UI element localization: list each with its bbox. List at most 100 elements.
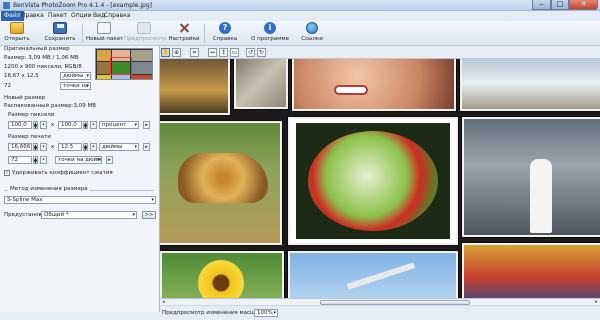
original-dims: 16,67 x 12,5 [4, 73, 39, 79]
menu-edit[interactable]: Правка [18, 11, 47, 21]
maximize-button[interactable]: □ [551, 0, 569, 10]
pixel-width-spinner[interactable]: ▲ ▼ [33, 121, 38, 129]
photo-tile-jaguar [160, 121, 282, 245]
print-unit-select[interactable]: дюймы [99, 143, 139, 151]
help-button[interactable]: ? Справка [210, 22, 240, 45]
pixel-width-input[interactable]: 100,0 [8, 121, 32, 129]
resolution-unit-select[interactable]: точки на дюйм [55, 156, 102, 164]
left-footer [0, 312, 160, 320]
print-size-heading: Размер печати [8, 134, 51, 140]
settings-button[interactable]: Настройки [168, 22, 200, 45]
rotate-right-icon[interactable]: ↻ [257, 48, 266, 57]
image-preview-canvas[interactable] [160, 59, 600, 298]
original-res-unit-select[interactable]: точки на дюйм [60, 82, 91, 90]
print-width-link-button[interactable]: • [40, 143, 47, 151]
toolbar-separator [82, 24, 83, 43]
preview-icon [137, 22, 151, 34]
links-button[interactable]: Ссылки [298, 22, 326, 45]
print-x-separator: x [51, 144, 55, 150]
pixel-height-input[interactable]: 100,0 [58, 121, 82, 129]
fit-height-icon[interactable]: ↕ [219, 48, 228, 57]
print-more-button[interactable]: ▸ [143, 143, 150, 151]
scroll-left-icon[interactable]: ◂ [160, 299, 167, 306]
divider [4, 190, 8, 191]
tools-icon [177, 22, 191, 34]
folder-icon [10, 22, 24, 34]
window-title: BenVista PhotoZoom Pro 4.1.4 - [example.… [13, 2, 153, 9]
about-label: О программе [251, 36, 289, 42]
photo-tile-statue [234, 59, 288, 109]
preview-label: Предпросмотр [124, 36, 167, 42]
close-button[interactable]: ✕ [569, 0, 598, 10]
resolution-spinner[interactable]: ▲ ▼ [33, 156, 38, 164]
resolution-more-button[interactable]: ▸ [106, 156, 113, 164]
view-toolbar: ✋ ⊕ ⌗ ↔ ↕ ▭ ↺ ↻ [160, 46, 600, 59]
status-bar: ◂ ▸ Предпросмотр изменения масштаба: 100… [160, 298, 600, 320]
open-button[interactable]: Открыть [2, 22, 32, 45]
original-pixels-line: 1200 x 900 пиксели, RGB/8 [4, 64, 82, 70]
minimize-button[interactable]: ‒ [532, 0, 551, 10]
rotate-left-icon[interactable]: ↺ [246, 48, 255, 57]
about-button[interactable]: i О программе [250, 22, 290, 45]
crop-tool-icon[interactable]: ⌗ [190, 48, 199, 57]
pixel-unit-select[interactable]: процент [99, 121, 139, 129]
photo-tile-windmill [288, 251, 458, 298]
navigator-thumbnail[interactable] [95, 48, 153, 80]
photo-tile-couple [292, 59, 456, 111]
open-label: Открыть [4, 36, 30, 42]
resolution-input[interactable]: 72 [8, 156, 32, 164]
fit-window-icon[interactable]: ▭ [230, 48, 239, 57]
print-height-input[interactable]: 12,5 [58, 143, 82, 151]
hand-tool-icon[interactable]: ✋ [161, 48, 170, 57]
title-bar: BenVista PhotoZoom Pro 4.1.4 - [example.… [0, 0, 600, 11]
uncompressed-size: Распакованный размер:3,09 MB [4, 103, 97, 109]
menu-help[interactable]: Справка [101, 11, 133, 21]
original-dims-unit-select[interactable]: дюймы [60, 72, 91, 80]
photo-tile-flower [160, 251, 284, 298]
preview-button[interactable]: Предпросмотр [124, 22, 167, 45]
pixel-more-button[interactable]: ▸ [143, 121, 150, 129]
menu-bar: Файл Правка Пакет Опции Вид Справка [0, 11, 600, 21]
settings-label: Настройки [168, 36, 200, 42]
floppy-icon [53, 22, 67, 34]
pixel-x-separator: x [51, 122, 55, 128]
help-label: Справка [212, 36, 238, 42]
method-select[interactable]: S-Spline Max [4, 196, 156, 204]
new-batch-label: Новый пакет [86, 36, 124, 42]
keep-ratio-label: Удерживать коэффициент сжатия [12, 170, 113, 176]
print-width-spinner[interactable]: ▲ ▼ [33, 143, 38, 151]
new-batch-button[interactable]: Новый пакет [86, 22, 124, 45]
print-width-input[interactable]: 16,6667 [8, 143, 32, 151]
info-icon: i [264, 22, 276, 34]
keep-ratio-checkbox[interactable]: ✓ [4, 170, 10, 176]
preset-next-button[interactable]: >> [142, 211, 156, 219]
menu-batch[interactable]: Пакет [45, 11, 70, 21]
toolbar: Открыть Сохранить Новый пакет Предпросмо… [0, 21, 600, 46]
fit-width-icon[interactable]: ↔ [208, 48, 217, 57]
print-height-link-button[interactable]: • [90, 143, 97, 151]
scroll-thumb[interactable] [320, 300, 470, 305]
question-icon: ? [219, 22, 231, 34]
photo-tile-wedding [462, 117, 600, 237]
zoom-tool-icon[interactable]: ⊕ [172, 48, 181, 57]
resolution-link-button[interactable]: • [40, 156, 47, 164]
original-size-heading: Оригинальный размер [4, 46, 70, 52]
globe-icon [306, 22, 318, 34]
photo-tile-salad [288, 117, 458, 245]
batch-icon [97, 22, 111, 34]
scroll-right-icon[interactable]: ▸ [593, 299, 600, 306]
new-size-heading: Новый размер [4, 95, 46, 101]
print-height-spinner[interactable]: ▲ ▼ [83, 143, 88, 151]
zoom-select[interactable]: 100% [254, 309, 278, 317]
toolbar-separator [204, 24, 205, 43]
pixel-height-link-button[interactable]: • [90, 121, 97, 129]
preset-select[interactable]: Общий * [41, 211, 137, 219]
method-heading: Метод изменения размера [10, 186, 88, 192]
links-label: Ссылки [301, 36, 323, 42]
horizontal-scrollbar[interactable]: ◂ ▸ [160, 299, 600, 306]
pixel-width-link-button[interactable]: • [40, 121, 47, 129]
divider [90, 190, 154, 191]
save-label: Сохранить [44, 36, 76, 42]
save-button[interactable]: Сохранить [44, 22, 76, 45]
pixel-height-spinner[interactable]: ▲ ▼ [83, 121, 88, 129]
